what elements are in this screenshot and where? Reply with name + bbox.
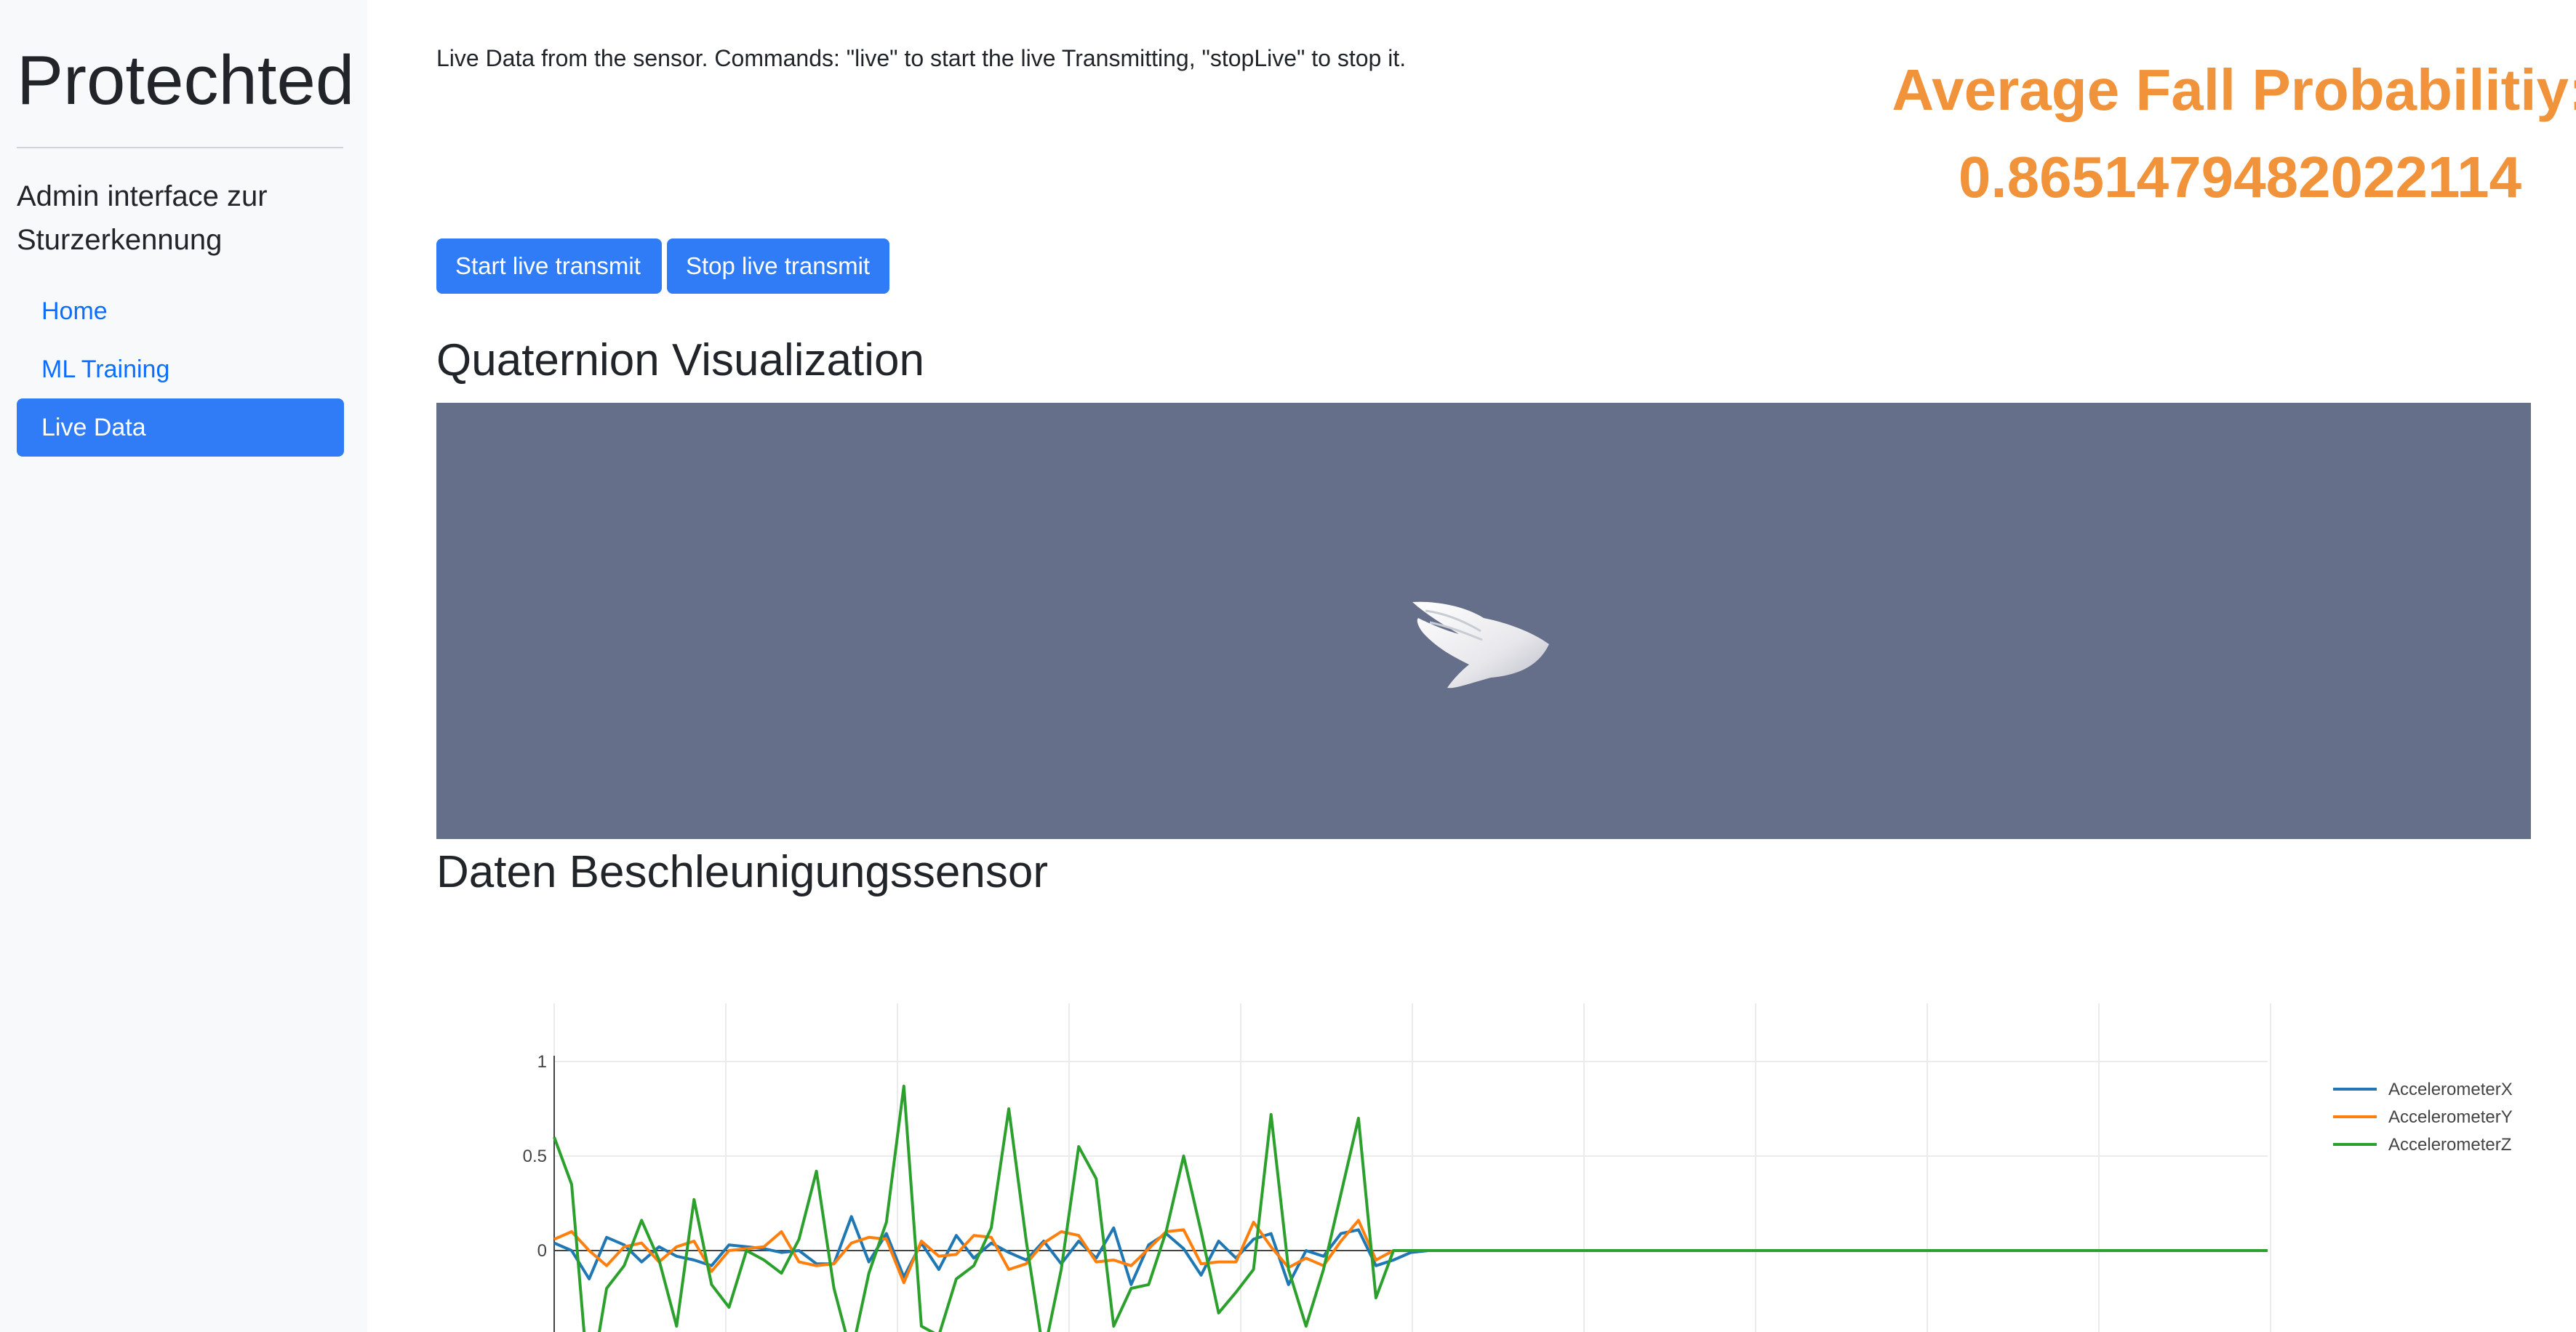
intro-text: Live Data from the sensor. Commands: "li… — [436, 45, 1407, 71]
hand-model-icon — [1412, 601, 1549, 689]
brand-title: Protechted — [17, 41, 355, 119]
nav-item-ml-training[interactable]: ML Training — [17, 340, 344, 398]
start-live-transmit-button[interactable]: Start live transmit — [436, 238, 662, 294]
series-line-accelerometerz — [553, 1084, 2268, 1332]
nav-item-live-data[interactable]: Live Data — [17, 398, 344, 457]
sidebar-nav: Home ML Training Live Data — [17, 282, 344, 457]
sidebar: Protechted Admin interface zur Sturzerke… — [0, 0, 367, 1332]
fall-probability-label: Average Fall Probabilitiy: — [1892, 57, 2576, 122]
quaternion-heading: Quaternion Visualization — [436, 335, 924, 385]
quaternion-viewport[interactable] — [436, 403, 2531, 839]
fall-probability-value: 0.8651479482022114 — [1958, 145, 2522, 209]
y-tick-label: 1 — [537, 1052, 547, 1072]
accelerometer-chart[interactable]: 1 0.5 0 AccelerometerX AccelerometerY Accele… — [436, 1003, 2576, 1332]
y-tick-label: 0.5 — [523, 1147, 547, 1166]
legend-label[interactable]: AccelerometerY — [2388, 1107, 2513, 1127]
brand-divider — [17, 147, 343, 148]
nav-item-home[interactable]: Home — [17, 282, 344, 340]
y-tick-label: 0 — [537, 1241, 547, 1261]
legend-label[interactable]: AccelerometerX — [2388, 1080, 2513, 1099]
main-content: Live Data from the sensor. Commands: "li… — [436, 0, 2576, 1332]
accelerometer-heading: Daten Beschleunigungssensor — [436, 847, 1048, 897]
fall-probability-panel: Average Fall Probabilitiy: 0.86514794820… — [1775, 47, 2576, 221]
brand-tagline: Admin interface zur Sturzerkennung — [17, 180, 268, 256]
legend-label[interactable]: AccelerometerZ — [2388, 1135, 2511, 1155]
stop-live-transmit-button[interactable]: Stop live transmit — [667, 238, 889, 294]
